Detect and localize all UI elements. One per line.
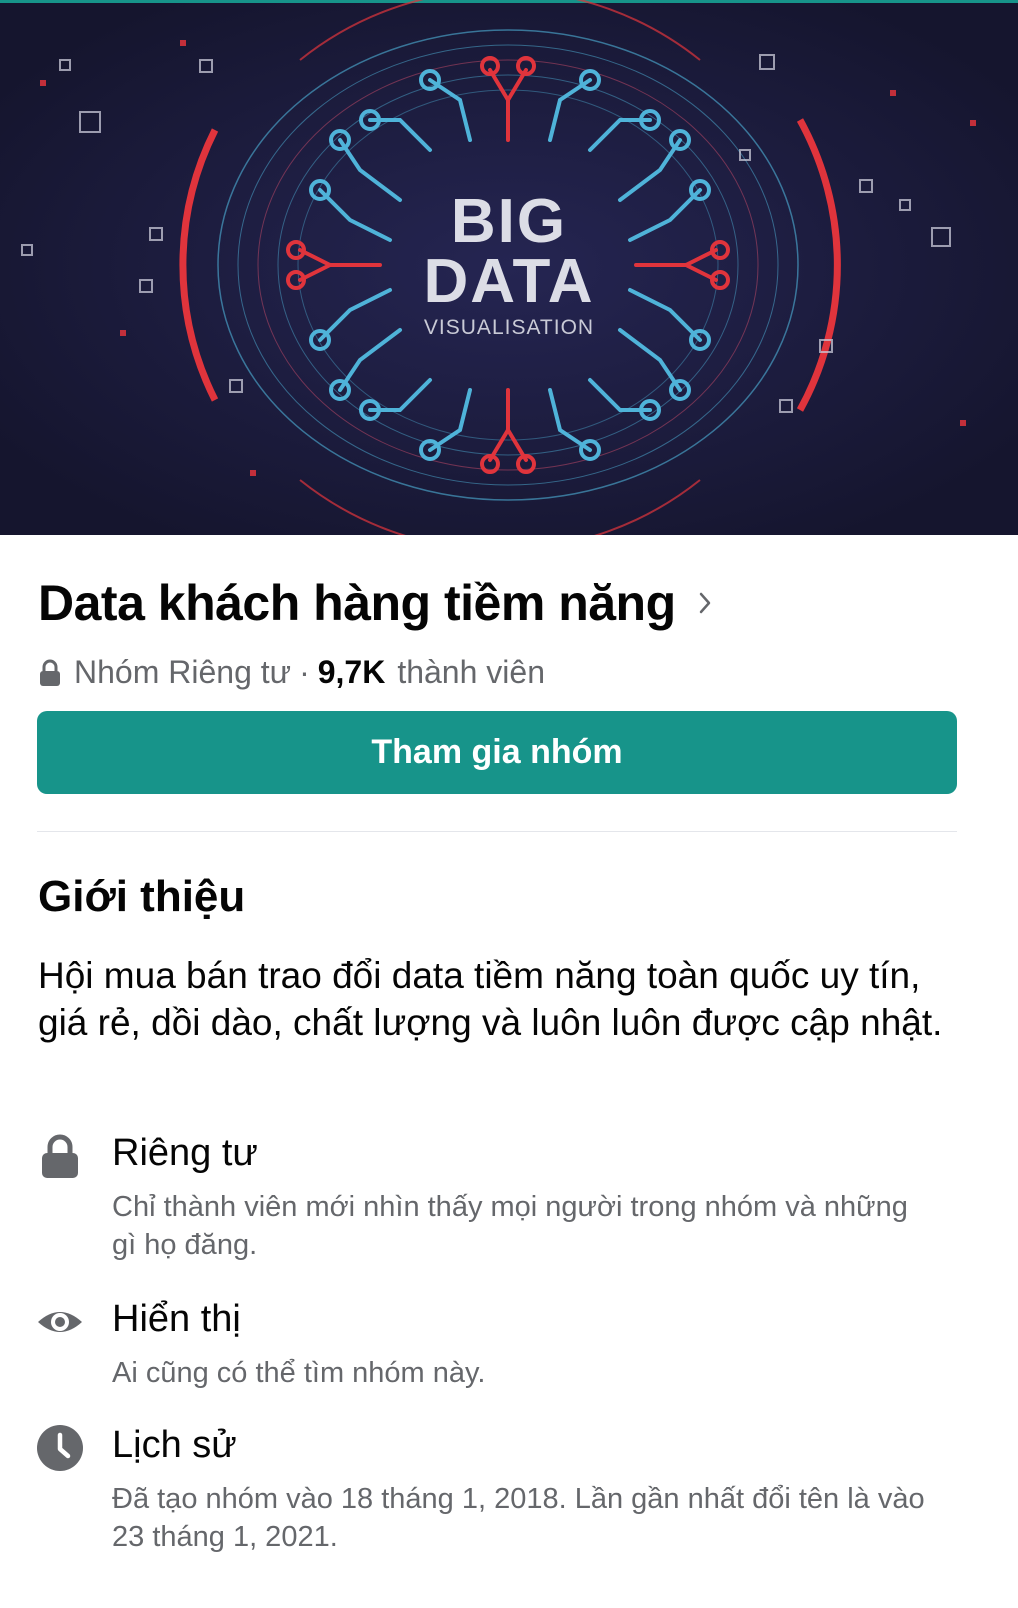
info-subtitle-privacy: Chỉ thành viên mới nhìn thấy mọi người t… (112, 1191, 908, 1261)
info-item-visibility: Hiển thị Ai cũng có thể tìm nhóm này. (36, 1298, 976, 1398)
lock-icon (40, 659, 60, 686)
cover-title-big: BIG (450, 187, 568, 256)
info-title-visibility: Hiển thị (112, 1298, 241, 1340)
info-title-privacy: Riêng tư (112, 1132, 258, 1174)
cover-title-data: DATA (423, 247, 595, 316)
join-group-button[interactable]: Tham gia nhóm (37, 711, 957, 794)
info-item-privacy: Riêng tư Chỉ thành viên mới nhìn thấy mọ… (36, 1132, 976, 1262)
group-title: Data khách hàng tiềm năng (38, 575, 676, 631)
chevron-right-icon (699, 592, 710, 614)
about-heading: Giới thiệu (38, 872, 246, 921)
cover-subtitle: VISUALISATION (423, 316, 595, 339)
info-title-history: Lịch sử (112, 1424, 237, 1466)
lock-icon (42, 1134, 78, 1178)
info-item-history: Lịch sử Đã tạo nhóm vào 18 tháng 1, 2018… (36, 1424, 976, 1564)
privacy-label: Nhóm Riêng tư (74, 654, 292, 690)
about-description: Hội mua bán trao đổi data tiềm năng toàn… (38, 955, 943, 1043)
separator-dot: · (299, 654, 310, 690)
group-meta: Nhóm Riêng tư · 9,7K thành viên (38, 654, 545, 691)
member-label: thành viên (397, 654, 545, 690)
cover-photo[interactable]: BIG DATA VISUALISATION (0, 0, 1018, 535)
eye-icon (38, 1312, 82, 1332)
group-page: BIG DATA VISUALISATION Data khách hàng t… (0, 0, 1018, 1608)
clock-icon (37, 1425, 83, 1471)
info-subtitle-visibility: Ai cũng có thể tìm nhóm này. (112, 1357, 486, 1389)
info-subtitle-history: Đã tạo nhóm vào 18 tháng 1, 2018. Lần gầ… (112, 1483, 925, 1553)
member-count[interactable]: 9,7K (318, 654, 386, 691)
group-title-row[interactable]: Data khách hàng tiềm năng (38, 574, 712, 632)
divider (37, 831, 957, 832)
